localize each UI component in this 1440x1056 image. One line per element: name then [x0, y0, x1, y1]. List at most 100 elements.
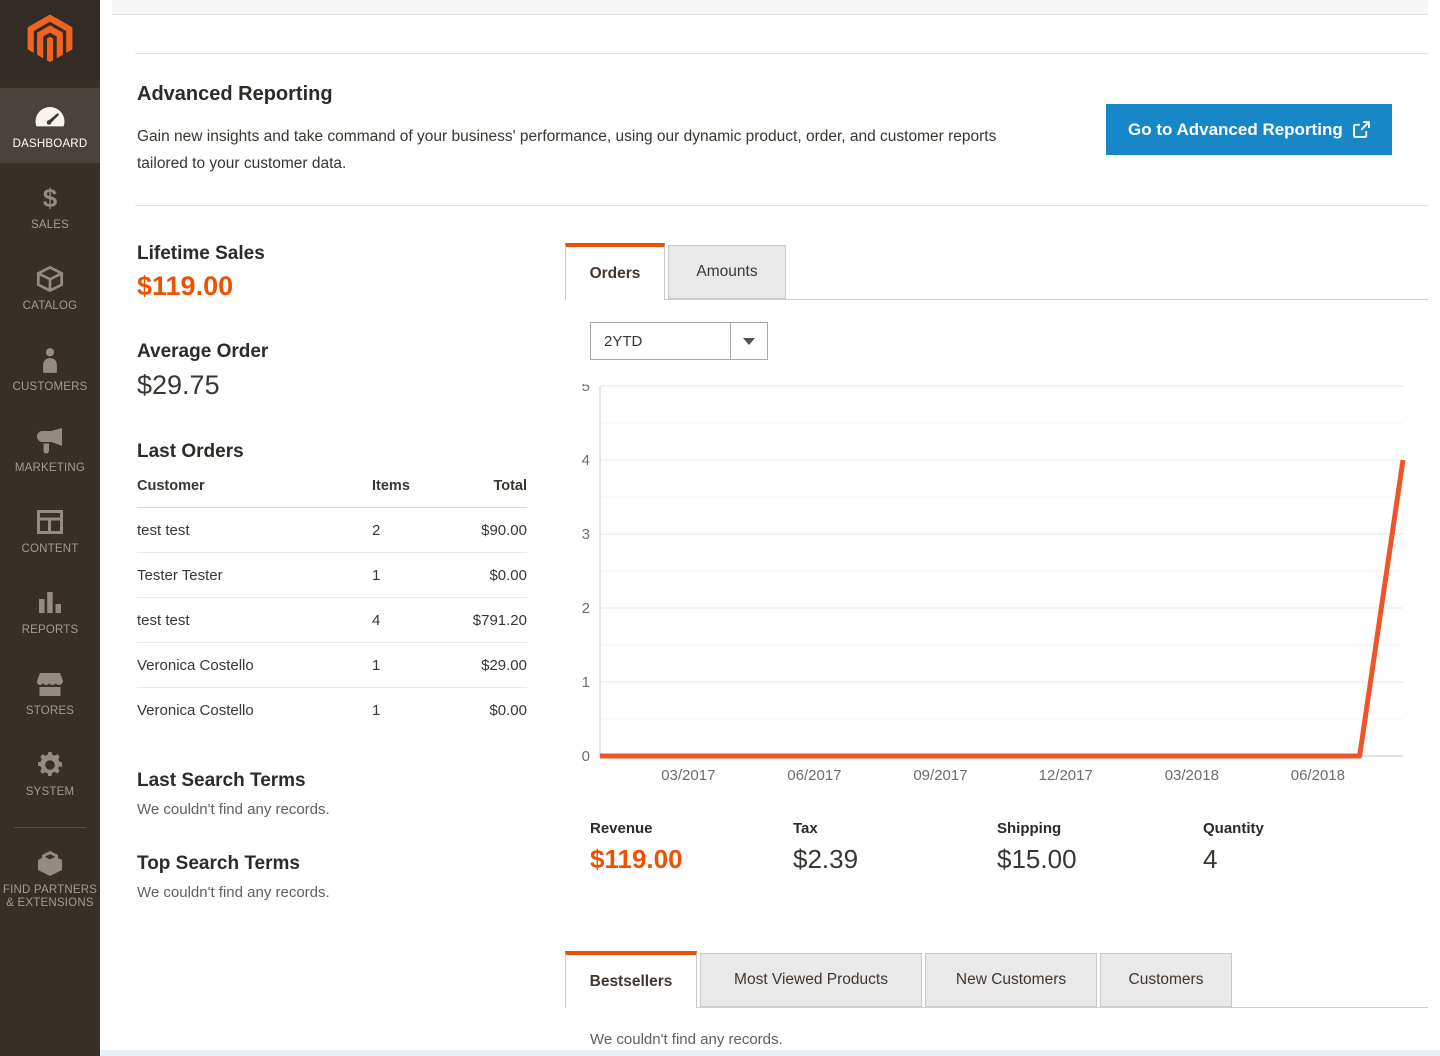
admin-sidebar: DASHBOARD $ SALES CATALOG CUSTOMERS	[0, 0, 100, 1056]
megaphone-icon	[2, 425, 98, 457]
total-quantity: Quantity 4	[1203, 820, 1264, 875]
chart-range-value: 2YTD	[591, 323, 730, 359]
sidebar-item-label: SYSTEM	[2, 786, 98, 799]
sidebar-item-marketing[interactable]: MARKETING	[0, 412, 100, 487]
svg-text:03/2017: 03/2017	[661, 767, 715, 784]
tab-bestsellers[interactable]: Bestsellers	[565, 951, 697, 1008]
last-orders-table: Customer Items Total test test 2 $90.00 …	[137, 478, 527, 733]
col-total: Total	[432, 478, 527, 494]
sidebar-item-label: CATALOG	[2, 300, 98, 313]
total-shipping: Shipping $15.00	[997, 820, 1077, 875]
page-header-strip	[112, 0, 1428, 15]
table-row[interactable]: Veronica Costello 1 $29.00	[137, 643, 527, 688]
table-row[interactable]: test test 4 $791.20	[137, 598, 527, 643]
divider	[135, 53, 1428, 54]
layout-page-icon	[2, 506, 98, 538]
tab-orders[interactable]: Orders	[565, 243, 665, 300]
sidebar-item-system[interactable]: SYSTEM	[0, 736, 100, 811]
cell-customer: test test	[137, 522, 372, 539]
sidebar-item-label: MARKETING	[2, 462, 98, 475]
magento-logo-icon	[22, 12, 78, 69]
sidebar-divider	[14, 827, 86, 828]
cell-customer: test test	[137, 612, 372, 629]
sidebar-item-stores[interactable]: STORES	[0, 655, 100, 730]
total-label: Tax	[793, 820, 858, 837]
cell-items: 1	[372, 657, 432, 674]
cell-total: $29.00	[432, 657, 527, 674]
sidebar-item-content[interactable]: CONTENT	[0, 493, 100, 568]
total-value: $2.39	[793, 844, 858, 875]
person-icon	[2, 344, 98, 376]
svg-text:4: 4	[582, 452, 590, 469]
svg-text:1: 1	[582, 674, 590, 691]
cell-customer: Tester Tester	[137, 567, 372, 584]
total-value: 4	[1203, 844, 1264, 875]
tab-amounts[interactable]: Amounts	[668, 245, 786, 299]
tab-customers-label: Customers	[1129, 971, 1204, 989]
advanced-reporting-title: Advanced Reporting	[137, 83, 333, 106]
table-row[interactable]: Tester Tester 1 $0.00	[137, 553, 527, 598]
svg-text:5: 5	[582, 384, 590, 395]
average-order-value: $29.75	[137, 370, 220, 401]
advanced-reporting-description: Gain new insights and take command of yo…	[137, 123, 1047, 177]
table-row[interactable]: Veronica Costello 1 $0.00	[137, 688, 527, 733]
tabs-bottom-border	[565, 299, 1428, 300]
tab-new-customers-label: New Customers	[956, 971, 1066, 989]
storefront-icon	[2, 668, 98, 700]
cell-items: 1	[372, 567, 432, 584]
col-customer: Customer	[137, 478, 372, 494]
magento-logo[interactable]	[0, 0, 100, 80]
svg-text:06/2018: 06/2018	[1291, 767, 1345, 784]
cell-items: 2	[372, 522, 432, 539]
top-search-terms-empty: We couldn't find any records.	[137, 884, 330, 901]
dashboard-content: Advanced Reporting Gain new insights and…	[100, 0, 1440, 1056]
cell-total: $0.00	[432, 702, 527, 719]
sidebar-item-customers[interactable]: CUSTOMERS	[0, 331, 100, 406]
gear-icon	[2, 749, 98, 781]
select-dropdown-button[interactable]	[730, 323, 767, 359]
tab-most-viewed-products[interactable]: Most Viewed Products	[700, 953, 922, 1007]
total-revenue: Revenue $119.00	[590, 820, 683, 875]
sidebar-item-catalog[interactable]: CATALOG	[0, 250, 100, 325]
sidebar-item-sales[interactable]: $ SALES	[0, 169, 100, 244]
tab-amounts-label: Amounts	[696, 263, 757, 281]
go-to-advanced-reporting-label: Go to Advanced Reporting	[1128, 120, 1343, 140]
svg-text:06/2017: 06/2017	[787, 767, 841, 784]
tab-most-viewed-products-label: Most Viewed Products	[734, 971, 888, 989]
go-to-advanced-reporting-button[interactable]: Go to Advanced Reporting	[1106, 104, 1392, 155]
divider	[135, 205, 1428, 206]
svg-text:12/2017: 12/2017	[1039, 767, 1093, 784]
sidebar-item-label: FIND PARTNERS & EXTENSIONS	[2, 884, 98, 910]
magento-admin-dashboard: DASHBOARD $ SALES CATALOG CUSTOMERS	[0, 0, 1440, 1056]
sidebar-item-label: CONTENT	[2, 543, 98, 556]
extension-brick-icon	[2, 847, 98, 879]
sidebar-item-label: REPORTS	[2, 624, 98, 637]
sidebar-item-dashboard[interactable]: DASHBOARD	[0, 88, 100, 163]
cell-items: 1	[372, 702, 432, 719]
external-link-icon	[1353, 121, 1370, 138]
total-label: Revenue	[590, 820, 683, 837]
table-row[interactable]: test test 2 $90.00	[137, 508, 527, 553]
svg-text:2: 2	[582, 600, 590, 617]
chevron-down-icon	[743, 338, 755, 345]
svg-text:03/2018: 03/2018	[1165, 767, 1219, 784]
dashboard-gauge-icon	[2, 101, 98, 133]
package-box-icon	[2, 263, 98, 295]
last-search-terms-title: Last Search Terms	[137, 770, 306, 792]
sidebar-item-find-partners[interactable]: FIND PARTNERS & EXTENSIONS	[0, 834, 100, 922]
cell-customer: Veronica Costello	[137, 657, 372, 674]
tab-new-customers[interactable]: New Customers	[925, 953, 1097, 1007]
total-value: $119.00	[590, 844, 683, 875]
chart-range-select[interactable]: 2YTD	[590, 322, 768, 360]
total-label: Quantity	[1203, 820, 1264, 837]
last-orders-title: Last Orders	[137, 441, 244, 463]
next-section-edge	[100, 1050, 1440, 1056]
total-value: $15.00	[997, 844, 1077, 875]
top-search-terms-title: Top Search Terms	[137, 853, 300, 875]
tab-customers[interactable]: Customers	[1100, 953, 1232, 1007]
average-order-title: Average Order	[137, 341, 268, 363]
last-search-terms-empty: We couldn't find any records.	[137, 801, 330, 818]
cell-total: $90.00	[432, 522, 527, 539]
tab-bestsellers-label: Bestsellers	[590, 973, 673, 991]
sidebar-item-reports[interactable]: REPORTS	[0, 574, 100, 649]
